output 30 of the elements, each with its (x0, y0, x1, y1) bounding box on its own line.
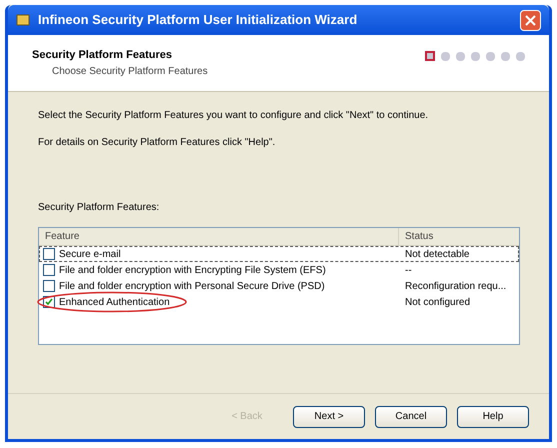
list-label: Security Platform Features: (38, 201, 160, 215)
checkmark-icon (45, 298, 53, 306)
wizard-button[interactable]: Next > (293, 406, 365, 428)
app-icon (16, 13, 30, 27)
feature-row[interactable]: File and folder encryption with Personal Secure Drive (PSD) Reconfiguration requ... (39, 278, 519, 294)
column-header[interactable]: Status (399, 228, 519, 245)
page-subtitle: Choose Security Platform Features (51, 64, 208, 78)
window-title: Infineon Security Platform User Initialization Wizard (38, 11, 358, 30)
column-header[interactable]: Feature (39, 228, 399, 245)
close-button[interactable] (520, 10, 541, 30)
feature-name: Enhanced Authentication (59, 296, 170, 310)
feature-name: File and folder encryption with Encrypting File System (EFS) (59, 264, 326, 278)
feature-name: Secure e-mail (59, 248, 121, 262)
page-title: Security Platform Features (32, 48, 173, 63)
instruction-text: Select the Security Platform Features you want to configure and click "Next" to continue. (38, 109, 430, 123)
status-text: Not configured (404, 296, 470, 310)
wizard-button[interactable]: Cancel (375, 406, 447, 428)
checkbox[interactable] (43, 264, 55, 276)
feature-name: File and folder encryption with Personal Secure Drive (PSD) (59, 280, 325, 294)
close-icon (525, 14, 536, 26)
checkbox[interactable] (43, 280, 55, 292)
instruction-text: For details on Security Platform Features click "Help". (38, 136, 276, 150)
feature-row[interactable]: Enhanced Authentication Not configured (39, 294, 519, 310)
feature-row[interactable]: Secure e-mail Not detectable (39, 246, 519, 262)
status-text: -- (404, 264, 412, 278)
status-text: Not detectable (404, 248, 470, 262)
feature-row[interactable]: File and folder encryption with Encrypting File System (EFS) -- (39, 262, 519, 278)
checkbox[interactable] (43, 248, 55, 260)
wizard-button[interactable]: Help (457, 406, 529, 428)
status-text: Reconfiguration requ... (404, 280, 506, 294)
